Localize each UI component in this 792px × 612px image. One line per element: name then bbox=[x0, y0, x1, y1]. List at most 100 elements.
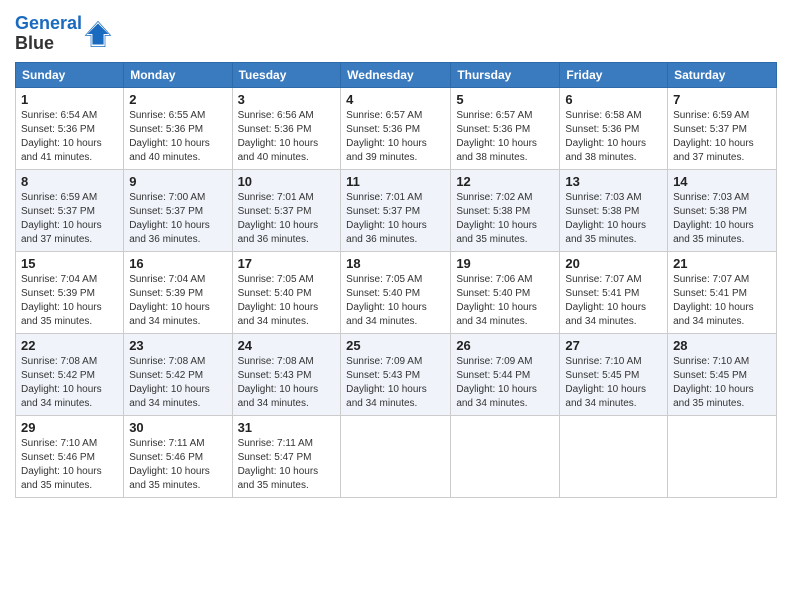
calendar-day-cell bbox=[341, 415, 451, 497]
calendar-day-cell: 4 Sunrise: 6:57 AMSunset: 5:36 PMDayligh… bbox=[341, 87, 451, 169]
day-number: 9 bbox=[129, 174, 226, 189]
day-info: Sunrise: 7:07 AMSunset: 5:41 PMDaylight:… bbox=[565, 274, 646, 327]
weekday-header: Saturday bbox=[668, 62, 777, 87]
day-number: 25 bbox=[346, 338, 445, 353]
day-number: 26 bbox=[456, 338, 554, 353]
weekday-header: Wednesday bbox=[341, 62, 451, 87]
calendar-day-cell: 6 Sunrise: 6:58 AMSunset: 5:36 PMDayligh… bbox=[560, 87, 668, 169]
day-number: 10 bbox=[238, 174, 336, 189]
day-number: 31 bbox=[238, 420, 336, 435]
day-info: Sunrise: 6:59 AMSunset: 5:37 PMDaylight:… bbox=[21, 192, 102, 245]
day-info: Sunrise: 7:09 AMSunset: 5:43 PMDaylight:… bbox=[346, 356, 427, 409]
day-number: 20 bbox=[565, 256, 662, 271]
day-info: Sunrise: 6:56 AMSunset: 5:36 PMDaylight:… bbox=[238, 110, 319, 163]
calendar-day-cell: 28 Sunrise: 7:10 AMSunset: 5:45 PMDaylig… bbox=[668, 333, 777, 415]
logo: General Blue bbox=[15, 14, 112, 54]
day-number: 16 bbox=[129, 256, 226, 271]
calendar-day-cell: 27 Sunrise: 7:10 AMSunset: 5:45 PMDaylig… bbox=[560, 333, 668, 415]
day-info: Sunrise: 7:06 AMSunset: 5:40 PMDaylight:… bbox=[456, 274, 537, 327]
weekday-header-row: SundayMondayTuesdayWednesdayThursdayFrid… bbox=[16, 62, 777, 87]
day-number: 15 bbox=[21, 256, 118, 271]
calendar-day-cell: 22 Sunrise: 7:08 AMSunset: 5:42 PMDaylig… bbox=[16, 333, 124, 415]
day-number: 18 bbox=[346, 256, 445, 271]
calendar-day-cell: 3 Sunrise: 6:56 AMSunset: 5:36 PMDayligh… bbox=[232, 87, 341, 169]
calendar-day-cell bbox=[451, 415, 560, 497]
day-number: 3 bbox=[238, 92, 336, 107]
day-number: 6 bbox=[565, 92, 662, 107]
weekday-header: Sunday bbox=[16, 62, 124, 87]
calendar-day-cell: 26 Sunrise: 7:09 AMSunset: 5:44 PMDaylig… bbox=[451, 333, 560, 415]
calendar-day-cell: 8 Sunrise: 6:59 AMSunset: 5:37 PMDayligh… bbox=[16, 169, 124, 251]
day-number: 7 bbox=[673, 92, 771, 107]
logo-text: General Blue bbox=[15, 14, 82, 54]
calendar-day-cell: 30 Sunrise: 7:11 AMSunset: 5:46 PMDaylig… bbox=[124, 415, 232, 497]
day-info: Sunrise: 7:05 AMSunset: 5:40 PMDaylight:… bbox=[238, 274, 319, 327]
day-info: Sunrise: 7:09 AMSunset: 5:44 PMDaylight:… bbox=[456, 356, 537, 409]
logo-icon bbox=[84, 20, 112, 48]
day-number: 12 bbox=[456, 174, 554, 189]
day-number: 23 bbox=[129, 338, 226, 353]
weekday-header: Friday bbox=[560, 62, 668, 87]
calendar-day-cell: 9 Sunrise: 7:00 AMSunset: 5:37 PMDayligh… bbox=[124, 169, 232, 251]
calendar-day-cell bbox=[560, 415, 668, 497]
day-info: Sunrise: 7:03 AMSunset: 5:38 PMDaylight:… bbox=[673, 192, 754, 245]
day-info: Sunrise: 7:02 AMSunset: 5:38 PMDaylight:… bbox=[456, 192, 537, 245]
day-info: Sunrise: 6:54 AMSunset: 5:36 PMDaylight:… bbox=[21, 110, 102, 163]
day-info: Sunrise: 7:01 AMSunset: 5:37 PMDaylight:… bbox=[346, 192, 427, 245]
calendar-day-cell: 29 Sunrise: 7:10 AMSunset: 5:46 PMDaylig… bbox=[16, 415, 124, 497]
day-number: 1 bbox=[21, 92, 118, 107]
calendar-day-cell: 24 Sunrise: 7:08 AMSunset: 5:43 PMDaylig… bbox=[232, 333, 341, 415]
weekday-header: Tuesday bbox=[232, 62, 341, 87]
day-info: Sunrise: 7:10 AMSunset: 5:45 PMDaylight:… bbox=[673, 356, 754, 409]
day-info: Sunrise: 7:11 AMSunset: 5:47 PMDaylight:… bbox=[238, 438, 319, 491]
day-info: Sunrise: 6:59 AMSunset: 5:37 PMDaylight:… bbox=[673, 110, 754, 163]
calendar-day-cell: 5 Sunrise: 6:57 AMSunset: 5:36 PMDayligh… bbox=[451, 87, 560, 169]
calendar-day-cell: 11 Sunrise: 7:01 AMSunset: 5:37 PMDaylig… bbox=[341, 169, 451, 251]
day-number: 5 bbox=[456, 92, 554, 107]
page-container: General Blue SundayMondayTuesdayWednesda… bbox=[0, 0, 792, 508]
calendar-day-cell: 15 Sunrise: 7:04 AMSunset: 5:39 PMDaylig… bbox=[16, 251, 124, 333]
day-info: Sunrise: 7:07 AMSunset: 5:41 PMDaylight:… bbox=[673, 274, 754, 327]
weekday-header: Monday bbox=[124, 62, 232, 87]
day-number: 27 bbox=[565, 338, 662, 353]
day-number: 24 bbox=[238, 338, 336, 353]
day-info: Sunrise: 7:08 AMSunset: 5:43 PMDaylight:… bbox=[238, 356, 319, 409]
day-number: 29 bbox=[21, 420, 118, 435]
calendar-day-cell: 10 Sunrise: 7:01 AMSunset: 5:37 PMDaylig… bbox=[232, 169, 341, 251]
calendar-day-cell: 20 Sunrise: 7:07 AMSunset: 5:41 PMDaylig… bbox=[560, 251, 668, 333]
calendar-day-cell: 18 Sunrise: 7:05 AMSunset: 5:40 PMDaylig… bbox=[341, 251, 451, 333]
calendar-day-cell: 19 Sunrise: 7:06 AMSunset: 5:40 PMDaylig… bbox=[451, 251, 560, 333]
day-info: Sunrise: 7:03 AMSunset: 5:38 PMDaylight:… bbox=[565, 192, 646, 245]
calendar-day-cell: 23 Sunrise: 7:08 AMSunset: 5:42 PMDaylig… bbox=[124, 333, 232, 415]
calendar-day-cell: 17 Sunrise: 7:05 AMSunset: 5:40 PMDaylig… bbox=[232, 251, 341, 333]
weekday-header: Thursday bbox=[451, 62, 560, 87]
calendar-week-row: 29 Sunrise: 7:10 AMSunset: 5:46 PMDaylig… bbox=[16, 415, 777, 497]
calendar-week-row: 1 Sunrise: 6:54 AMSunset: 5:36 PMDayligh… bbox=[16, 87, 777, 169]
calendar-day-cell: 1 Sunrise: 6:54 AMSunset: 5:36 PMDayligh… bbox=[16, 87, 124, 169]
day-info: Sunrise: 7:08 AMSunset: 5:42 PMDaylight:… bbox=[21, 356, 102, 409]
day-info: Sunrise: 7:00 AMSunset: 5:37 PMDaylight:… bbox=[129, 192, 210, 245]
calendar-week-row: 8 Sunrise: 6:59 AMSunset: 5:37 PMDayligh… bbox=[16, 169, 777, 251]
day-info: Sunrise: 7:11 AMSunset: 5:46 PMDaylight:… bbox=[129, 438, 210, 491]
day-number: 14 bbox=[673, 174, 771, 189]
day-info: Sunrise: 6:57 AMSunset: 5:36 PMDaylight:… bbox=[456, 110, 537, 163]
day-info: Sunrise: 7:01 AMSunset: 5:37 PMDaylight:… bbox=[238, 192, 319, 245]
day-info: Sunrise: 7:10 AMSunset: 5:46 PMDaylight:… bbox=[21, 438, 102, 491]
day-info: Sunrise: 6:55 AMSunset: 5:36 PMDaylight:… bbox=[129, 110, 210, 163]
calendar-day-cell: 16 Sunrise: 7:04 AMSunset: 5:39 PMDaylig… bbox=[124, 251, 232, 333]
day-number: 4 bbox=[346, 92, 445, 107]
day-number: 11 bbox=[346, 174, 445, 189]
day-number: 22 bbox=[21, 338, 118, 353]
day-number: 21 bbox=[673, 256, 771, 271]
calendar-day-cell: 12 Sunrise: 7:02 AMSunset: 5:38 PMDaylig… bbox=[451, 169, 560, 251]
header-section: General Blue bbox=[15, 10, 777, 54]
calendar-day-cell: 13 Sunrise: 7:03 AMSunset: 5:38 PMDaylig… bbox=[560, 169, 668, 251]
day-info: Sunrise: 7:05 AMSunset: 5:40 PMDaylight:… bbox=[346, 274, 427, 327]
day-info: Sunrise: 7:08 AMSunset: 5:42 PMDaylight:… bbox=[129, 356, 210, 409]
day-number: 19 bbox=[456, 256, 554, 271]
day-number: 13 bbox=[565, 174, 662, 189]
calendar-day-cell bbox=[668, 415, 777, 497]
calendar-day-cell: 2 Sunrise: 6:55 AMSunset: 5:36 PMDayligh… bbox=[124, 87, 232, 169]
day-info: Sunrise: 6:57 AMSunset: 5:36 PMDaylight:… bbox=[346, 110, 427, 163]
day-info: Sunrise: 7:10 AMSunset: 5:45 PMDaylight:… bbox=[565, 356, 646, 409]
